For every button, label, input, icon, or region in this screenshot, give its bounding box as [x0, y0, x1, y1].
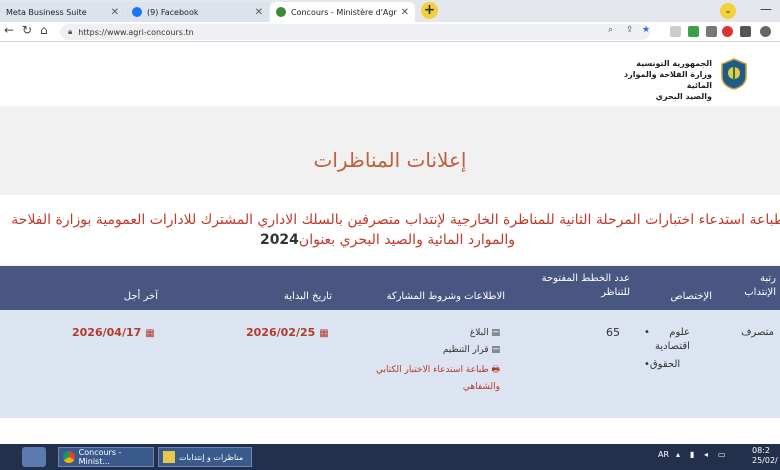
table-row: متصرف علوم اقتصادية • الحقوق • 65 ▤ البل…: [0, 310, 780, 418]
bullet-icon: •: [644, 327, 650, 338]
new-tab-button[interactable]: +: [421, 2, 438, 19]
ministry-logo-icon: [721, 58, 747, 90]
cell-specialty: علوم اقتصادية • الحقوق •: [640, 326, 710, 372]
share-icon[interactable]: ⇪: [626, 25, 634, 35]
printer-icon: 🖶︎: [491, 365, 501, 375]
lock-icon[interactable]: 🔒︎: [68, 27, 72, 37]
tab-title: Meta Business Suite: [6, 7, 87, 17]
header-deadline: آخر أجل: [123, 291, 158, 302]
folder-icon: [163, 451, 175, 463]
home-icon[interactable]: ⌂: [40, 23, 48, 37]
specialty-item: علوم اقتصادية •: [640, 326, 710, 354]
extension-icon[interactable]: [706, 26, 717, 37]
document-icon: ▤: [491, 328, 500, 338]
close-icon[interactable]: ✕: [401, 7, 409, 18]
taskbar-item-label: مناظرات و إنتدابات: [179, 452, 244, 462]
ministry-line: وزارة الفلاحة والموارد المائية: [624, 70, 712, 90]
tray-arrow-icon[interactable]: ▴: [676, 450, 680, 459]
profile-avatar[interactable]: [760, 26, 771, 37]
battery-icon[interactable]: ▭: [718, 450, 726, 459]
header-positions: عدد الخطط المفتوحة للتناظر: [541, 273, 630, 298]
ministry-name: الجمهورية التونسية وزارة الفلاحة والموار…: [600, 58, 712, 102]
browser-toolbar: ← ↻ ⌂ 🔒︎ https://www.agri-concours.tn ⌕ …: [0, 22, 780, 42]
site-favicon-icon: [276, 7, 286, 17]
reload-icon[interactable]: ↻: [22, 23, 32, 37]
taskbar-item-label: Concours - Minist...: [78, 448, 122, 466]
specialty-text: الحقوق: [649, 359, 681, 370]
start-icon[interactable]: [22, 447, 46, 467]
taskbar: Concours - Minist... مناظرات و إنتدابات …: [0, 444, 780, 470]
cell-rank: متصرف: [741, 327, 774, 338]
header-start: تاريخ البداية: [283, 291, 332, 302]
start-date-value: 2026/02/25: [246, 326, 316, 339]
announcement-line: والموارد المائية والصيد البحري بعنوان202…: [0, 230, 780, 250]
page-title: إعلانات المناظرات: [313, 148, 467, 172]
back-arrow-icon[interactable]: ←: [4, 23, 14, 37]
minimize-icon[interactable]: —: [760, 2, 772, 16]
language-indicator[interactable]: AR: [658, 450, 669, 459]
announcement-line-text: والموارد المائية والصيد البحري بعنوان: [298, 232, 515, 248]
deadline-date: 2026/04/17 ▦: [72, 326, 155, 339]
clock-time: 08:2: [752, 446, 770, 455]
download-extension-icon[interactable]: [688, 26, 699, 37]
puzzle-icon[interactable]: [740, 26, 751, 37]
facebook-icon: [132, 7, 142, 17]
doc-link-print-convocation[interactable]: 🖶︎ طباعة استدعاء الاختبار الكتابي والشفا…: [370, 362, 500, 396]
header-rank: رتبة الإنتداب: [744, 273, 776, 298]
clock[interactable]: 08:2 25/02/: [752, 446, 778, 466]
url-text: https://www.agri-concours.tn: [78, 27, 194, 37]
tab-facebook[interactable]: (9) Facebook ✕: [126, 2, 269, 22]
chevron-down-icon[interactable]: ⌄: [720, 3, 736, 19]
bullet-icon: •: [644, 359, 650, 370]
announcement-line: طباعة استدعاء اختبارات المرحلة الثانية ل…: [11, 212, 780, 228]
zoom-icon[interactable]: ⌕: [608, 25, 613, 35]
document-icon: ▤: [491, 345, 500, 355]
tab-title: Concours - Ministère d'Agricultu...: [291, 7, 397, 17]
calendar-icon: ▦: [319, 328, 329, 339]
taskbar-item-chrome[interactable]: Concours - Minist...: [58, 447, 154, 467]
doc-link-label: قرار التنظيم: [442, 345, 489, 355]
ministry-line: والصيد البحري: [655, 92, 712, 101]
extension-icon[interactable]: [670, 26, 681, 37]
calendar-icon: ▦: [145, 328, 155, 339]
doc-link-decree[interactable]: ▤ قرار التنظيم: [430, 345, 500, 355]
table-header: رتبة الإنتداب الإختصاص عدد الخطط المفتوح…: [0, 266, 780, 310]
header-specialty: الإختصاص: [670, 291, 713, 302]
clock-date: 25/02/: [752, 456, 778, 465]
network-icon[interactable]: ▮: [690, 450, 694, 459]
tab-strip: Meta Business Suite ✕ (9) Facebook ✕ Con…: [0, 0, 780, 22]
deadline-date-value: 2026/04/17: [72, 326, 142, 339]
cell-positions: 65: [606, 326, 620, 339]
announcement-text[interactable]: طباعة استدعاء اختبارات المرحلة الثانية ل…: [0, 210, 780, 250]
ministry-line: الجمهورية التونسية: [636, 59, 712, 68]
specialty-text: علوم اقتصادية: [655, 327, 690, 352]
close-icon[interactable]: ✕: [255, 7, 263, 18]
tab-meta-business-suite[interactable]: Meta Business Suite ✕: [0, 2, 125, 22]
address-bar[interactable]: 🔒︎ https://www.agri-concours.tn: [60, 24, 650, 40]
doc-link-label: طباعة استدعاء الاختبار الكتابي والشفاهي: [376, 365, 500, 392]
announcement-year: 2024: [259, 232, 299, 248]
tab-title: (9) Facebook: [147, 7, 199, 17]
volume-icon[interactable]: ◂: [704, 450, 708, 459]
doc-link-label: البلاغ: [469, 328, 489, 338]
doc-link-announcement[interactable]: ▤ البلاغ: [440, 328, 500, 338]
start-date: 2026/02/25 ▦: [246, 326, 329, 339]
header-docs: الاطلاعات وشروط المشاركة: [386, 291, 505, 302]
tab-concours[interactable]: Concours - Ministère d'Agricultu... ✕: [270, 2, 415, 22]
close-icon[interactable]: ✕: [111, 7, 119, 18]
taskbar-item-folder[interactable]: مناظرات و إنتدابات: [158, 447, 252, 467]
extension-icon[interactable]: [722, 26, 733, 37]
chrome-icon: [63, 451, 75, 463]
star-icon[interactable]: ★: [642, 25, 650, 35]
specialty-item: الحقوق •: [640, 358, 710, 372]
